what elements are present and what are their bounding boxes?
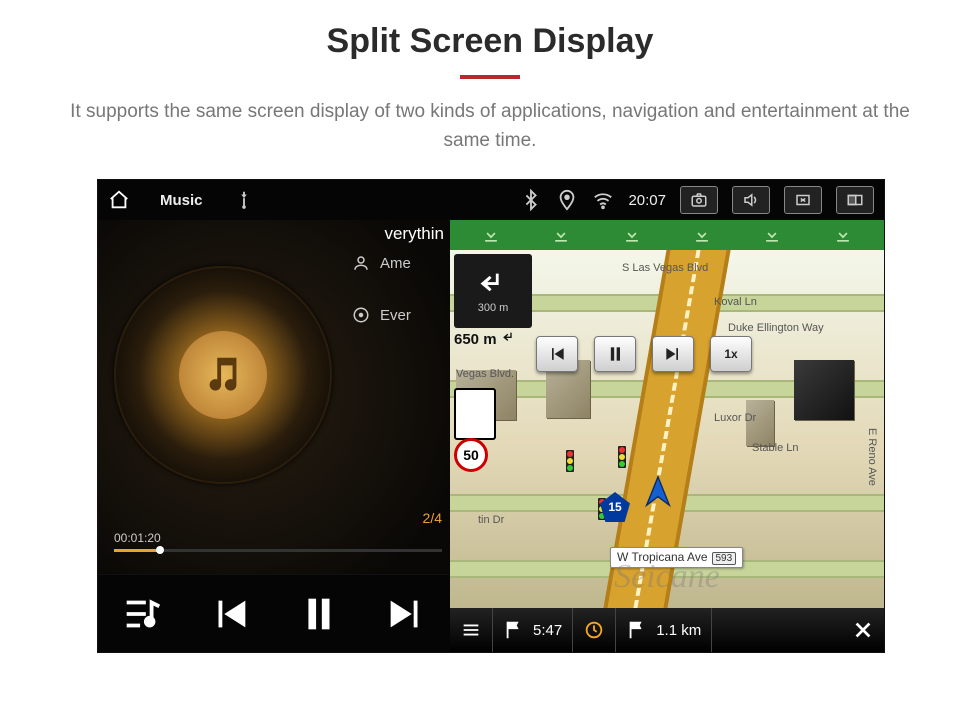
reroute-icon [583, 619, 605, 641]
building-pyramid [794, 360, 854, 420]
download-arrow-icon [833, 225, 853, 245]
street-label: tin Dr [476, 514, 506, 526]
nav-distance[interactable]: 1.1 km [616, 608, 712, 652]
volume-button[interactable] [732, 186, 770, 214]
close-icon [852, 619, 874, 641]
album-art-disc [114, 266, 332, 484]
album-row: Ever [352, 306, 446, 324]
turn-instruction: 300 m [454, 254, 532, 328]
playlist-button[interactable] [119, 591, 165, 637]
gps-position-icon [641, 474, 675, 508]
street-callout: W Tropicana Ave593 [610, 547, 743, 568]
next-track-button[interactable] [383, 591, 429, 637]
distance-flag-icon [626, 619, 648, 641]
street-label: Vegas Blvd. [454, 368, 516, 380]
street-label: Koval Ln [712, 296, 759, 308]
page-description: It supports the same screen display of t… [50, 97, 930, 156]
progress-area[interactable]: 00:01:20 [114, 531, 442, 552]
disc-icon [352, 306, 370, 324]
current-speed-sign: 50 [454, 438, 488, 472]
usb-icon [233, 189, 255, 211]
nav-close-button[interactable] [842, 608, 884, 652]
pause-button[interactable] [295, 591, 341, 637]
sim-next-button[interactable] [652, 336, 694, 372]
traffic-light-icon [618, 446, 626, 468]
nav-bottom-bar: 5:47 1.1 km [450, 608, 884, 652]
status-bar: Music 20:07 [98, 180, 884, 220]
status-app-label: Music [160, 192, 203, 209]
title-underline [460, 75, 520, 79]
download-arrow-icon [692, 225, 712, 245]
music-pane: verythin Ame Ever [98, 220, 450, 652]
status-time: 20:07 [628, 192, 666, 209]
nav-eta[interactable]: 5:47 [493, 608, 573, 652]
download-arrow-icon [762, 225, 782, 245]
close-app-button[interactable] [784, 186, 822, 214]
screenshot-button[interactable] [680, 186, 718, 214]
artist-row: Ame [352, 254, 446, 272]
nav-download-bar [450, 220, 884, 250]
nav-reroute-button[interactable] [573, 608, 616, 652]
street-label: Luxor Dr [712, 412, 758, 424]
street-label: Duke Ellington Way [726, 322, 826, 334]
bluetooth-icon [520, 189, 542, 211]
street-label: S Las Vegas Blvd [620, 262, 710, 274]
map-canvas[interactable]: S Las Vegas Blvd Koval Ln Duke Ellington… [450, 250, 884, 608]
sim-prev-button[interactable] [536, 336, 578, 372]
sim-speed-button[interactable]: 1x [710, 336, 752, 372]
headunit-screen: Music 20:07 [98, 180, 884, 652]
track-counter: 2/4 [423, 510, 442, 526]
traffic-light-icon [566, 450, 574, 472]
elapsed-time: 00:01:20 [114, 531, 442, 545]
home-icon[interactable] [108, 189, 130, 211]
turn-distance-large: 650 m [454, 330, 517, 348]
speed-limit-sign: SPEED LIMIT 56 [454, 388, 496, 440]
person-icon [352, 254, 370, 272]
flag-icon [503, 619, 525, 641]
turn-left-icon [476, 268, 510, 302]
music-note-icon [200, 352, 246, 398]
street-label: E Reno Ave [864, 428, 880, 486]
download-arrow-icon [481, 225, 501, 245]
wifi-icon [592, 189, 614, 211]
song-title: verythin [384, 224, 444, 244]
nav-menu-button[interactable] [450, 608, 493, 652]
menu-icon [460, 619, 482, 641]
split-screen-button[interactable] [836, 186, 874, 214]
location-icon [556, 189, 578, 211]
street-label: Stable Ln [750, 442, 800, 454]
music-controls [98, 574, 450, 652]
page-title: Split Screen Display [0, 0, 980, 61]
prev-track-button[interactable] [207, 591, 253, 637]
turn-left-small-icon [501, 330, 517, 346]
sim-pause-button[interactable] [594, 336, 636, 372]
download-arrow-icon [622, 225, 642, 245]
download-arrow-icon [551, 225, 571, 245]
navigation-pane: S Las Vegas Blvd Koval Ln Duke Ellington… [450, 220, 884, 652]
